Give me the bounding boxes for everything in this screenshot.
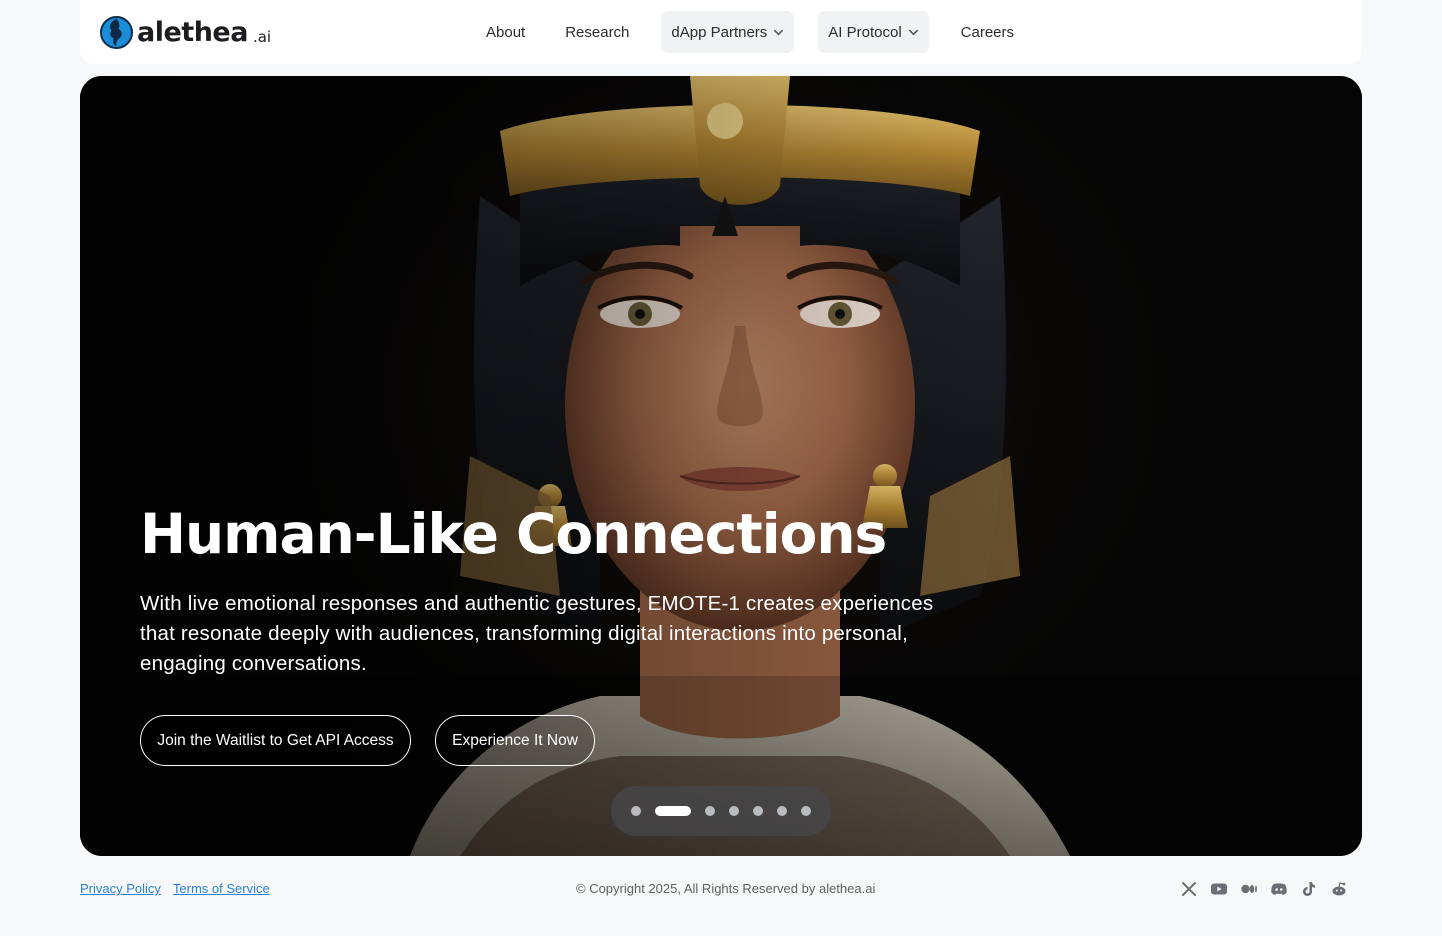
tiktok-icon[interactable] xyxy=(1300,879,1318,899)
nav-item-research[interactable]: Research xyxy=(553,11,641,53)
social-links xyxy=(1180,879,1348,899)
carousel-dot[interactable] xyxy=(801,806,811,816)
x-icon[interactable] xyxy=(1180,879,1198,899)
chevron-down-icon xyxy=(908,29,918,35)
nav-item-about[interactable]: About xyxy=(474,11,537,53)
carousel-dot[interactable] xyxy=(631,806,641,816)
nav-label: Research xyxy=(565,23,630,41)
youtube-icon[interactable] xyxy=(1210,879,1228,899)
hero-description: With live emotional responses and authen… xyxy=(140,592,934,675)
carousel-dot[interactable] xyxy=(729,806,739,816)
carousel-dot[interactable] xyxy=(705,806,715,816)
carousel-dot-active[interactable] xyxy=(655,806,691,816)
top-navbar: alethea .ai About Research dApp Partners… xyxy=(80,0,1362,64)
join-waitlist-button[interactable]: Join the Waitlist to Get API Access xyxy=(140,715,411,766)
nav-item-ai-protocol[interactable]: AI Protocol xyxy=(818,11,929,53)
nav-label: Careers xyxy=(960,23,1015,41)
carousel-dot[interactable] xyxy=(753,806,763,816)
nav-item-dapp-partners[interactable]: dApp Partners xyxy=(661,11,795,53)
terms-of-service-link[interactable]: Terms of Service xyxy=(173,881,270,896)
logo-suffix: .ai xyxy=(252,27,272,46)
nav-item-careers[interactable]: Careers xyxy=(949,11,1026,53)
medium-icon[interactable] xyxy=(1240,879,1258,899)
experience-it-now-button[interactable]: Experience It Now xyxy=(435,715,595,766)
copyright-text: © Copyright 2025, All Rights Reserved by… xyxy=(576,881,876,896)
nav-label: AI Protocol xyxy=(828,23,902,41)
hero-title: Human-Like Connections xyxy=(140,502,887,566)
logo-wordmark: alethea xyxy=(137,17,248,48)
alethea-logo[interactable]: alethea .ai xyxy=(100,16,271,49)
nav-label: About xyxy=(486,23,526,41)
discord-icon[interactable] xyxy=(1270,879,1288,899)
nav-label: dApp Partners xyxy=(671,23,768,41)
main-nav: About Research dApp Partners AI Protocol… xyxy=(474,11,1026,53)
footer-legal-links: Privacy Policy Terms of Service xyxy=(80,881,270,896)
hero-carousel: Human-Like Connections With live emotion… xyxy=(80,76,1362,856)
privacy-policy-link[interactable]: Privacy Policy xyxy=(80,881,161,896)
chevron-down-icon xyxy=(774,29,784,35)
reddit-icon[interactable] xyxy=(1330,879,1348,899)
logo-mark-icon xyxy=(100,16,133,49)
carousel-pagination xyxy=(611,786,831,836)
carousel-dot[interactable] xyxy=(777,806,787,816)
